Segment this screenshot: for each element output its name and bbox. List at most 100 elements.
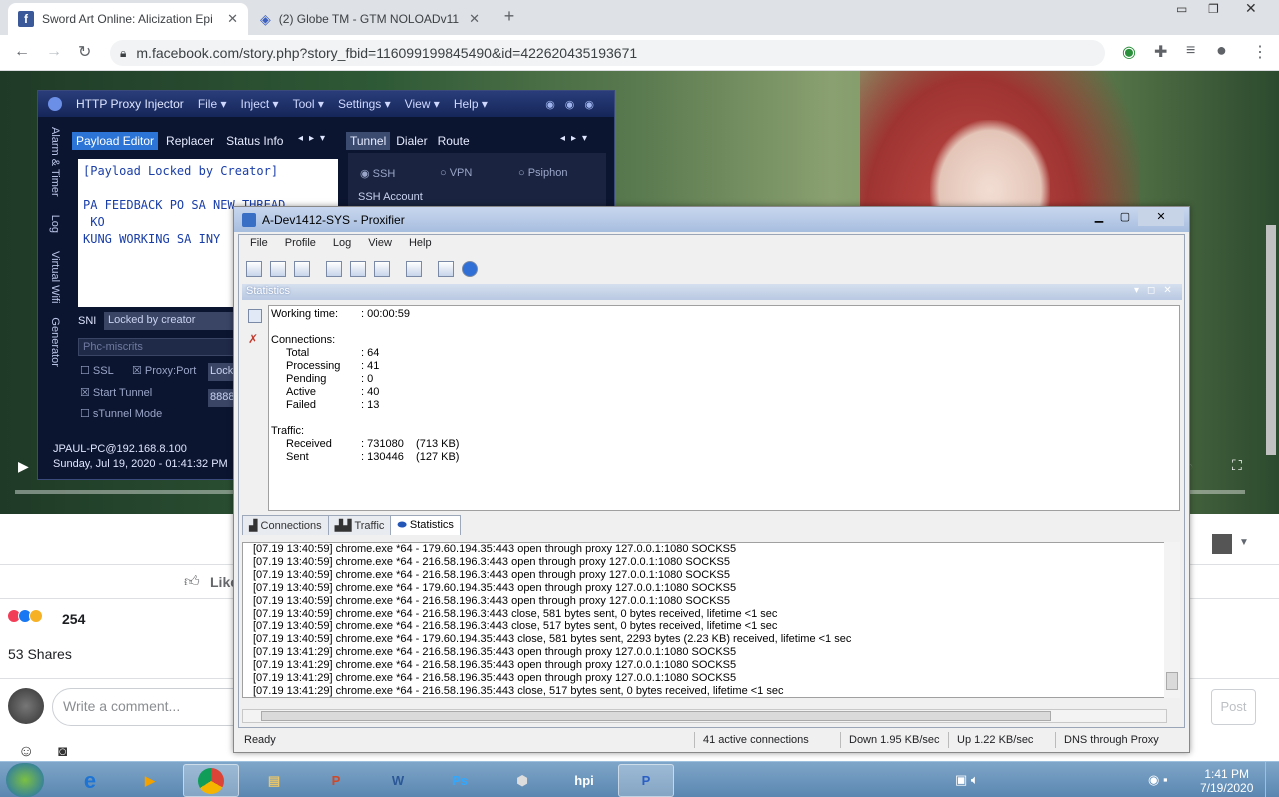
tab-payload-editor[interactable]: Payload Editor bbox=[72, 132, 159, 150]
open-profile-icon[interactable] bbox=[350, 261, 366, 277]
log-row[interactable]: [07.19 13:40:59] chrome.exe *64 - 216.58… bbox=[253, 608, 1179, 621]
radio-ssh[interactable]: ◉ SSH bbox=[360, 167, 395, 180]
help-icon[interactable] bbox=[462, 261, 478, 277]
log-row[interactable]: [07.19 13:40:59] chrome.exe *64 - 179.60… bbox=[253, 582, 1179, 595]
rules-icon[interactable] bbox=[270, 261, 286, 277]
sni-input[interactable]: Locked by creator bbox=[104, 312, 236, 330]
tab-status-info[interactable]: Status Info bbox=[222, 132, 287, 150]
tab-statistics[interactable]: ⬬ Statistics bbox=[390, 515, 461, 535]
back-icon[interactable]: ← bbox=[14, 43, 30, 61]
hpi-side-tabs[interactable]: Alarm & Timer Log Virtual Wifi Generator bbox=[48, 127, 62, 427]
post-button[interactable]: Post bbox=[1211, 689, 1256, 725]
log-panel[interactable]: [07.19 13:40:59] chrome.exe *64 - 179.60… bbox=[242, 542, 1180, 698]
menu-view[interactable]: View bbox=[368, 237, 392, 255]
taskbar-chrome[interactable] bbox=[183, 764, 239, 797]
profile-icon[interactable]: ● bbox=[1216, 40, 1227, 61]
log-row[interactable]: [07.19 13:40:59] chrome.exe *64 - 179.60… bbox=[253, 633, 1179, 646]
proxifier-window[interactable]: A-Dev1412-SYS - Proxifier ▁ ▢ ✕ File Pro… bbox=[233, 206, 1190, 753]
log-row[interactable]: [07.19 13:41:29] chrome.exe *64 - 216.58… bbox=[253, 646, 1179, 659]
hpi-menu-view[interactable]: View ▾ bbox=[405, 97, 440, 111]
log-options-icon[interactable] bbox=[406, 261, 422, 277]
taskbar-hpi[interactable]: hpi bbox=[556, 764, 612, 797]
taskbar-photoshop[interactable]: Ps bbox=[432, 764, 488, 797]
tab-sword-art[interactable]: f Sword Art Online: Alicization Epi ✕ bbox=[8, 3, 248, 35]
show-desktop-button[interactable] bbox=[1265, 762, 1279, 797]
radio-psiphon[interactable]: ○ Psiphon bbox=[518, 167, 567, 179]
tab-replacer[interactable]: Replacer bbox=[162, 132, 218, 150]
save-profile-icon[interactable] bbox=[374, 261, 390, 277]
minimize-icon[interactable]: ▁ bbox=[1086, 209, 1112, 226]
like-icon[interactable]: 👍︎ bbox=[184, 573, 200, 591]
hpi-menu-tool[interactable]: Tool ▾ bbox=[293, 97, 324, 111]
pane-buttons[interactable]: ▾◻✕ bbox=[1134, 285, 1180, 296]
tab-dialer[interactable]: Dialer bbox=[392, 132, 431, 150]
stats-reset-icon[interactable]: ✗ bbox=[248, 332, 258, 346]
hpi-menu-inject[interactable]: Inject ▾ bbox=[241, 97, 279, 111]
tab-globe[interactable]: ◈ (2) Globe TM - GTM NOLOADv11 ✕ bbox=[250, 3, 490, 35]
new-profile-icon[interactable] bbox=[326, 261, 342, 277]
ssl-checkbox[interactable]: ☐ SSL bbox=[80, 364, 114, 377]
start-tunnel-checkbox[interactable]: ☒ Start Tunnel bbox=[80, 386, 152, 399]
media-queue-icon[interactable]: ≡ bbox=[1186, 42, 1195, 60]
extensions-puzzle-icon[interactable]: ✚ bbox=[1154, 42, 1167, 62]
menu-log[interactable]: Log bbox=[333, 237, 351, 255]
log-row[interactable]: [07.19 13:41:29] chrome.exe *64 - 216.58… bbox=[253, 659, 1179, 672]
side-tab-generator[interactable]: Generator bbox=[49, 317, 61, 367]
tab-scroll-arrows[interactable]: ◂▸▾ bbox=[298, 133, 331, 144]
tab-route[interactable]: Route bbox=[434, 132, 474, 150]
close-icon[interactable]: ✕ bbox=[469, 11, 480, 27]
sni-dropdown[interactable]: Phc-miscrits bbox=[78, 338, 236, 356]
taskbar-word[interactable]: W bbox=[370, 764, 426, 797]
stats-copy-icon[interactable] bbox=[248, 309, 262, 323]
tray-icons[interactable]: ▣ 🔈︎ bbox=[955, 772, 979, 788]
chevron-down-icon[interactable]: ▼ bbox=[1239, 537, 1249, 548]
maximize-icon[interactable]: ▢ bbox=[1112, 209, 1138, 226]
taskbar-powerpoint[interactable]: P bbox=[308, 764, 364, 797]
taskbar-proxifier[interactable]: P bbox=[618, 764, 674, 797]
extension-icon[interactable]: ◉ bbox=[1122, 42, 1136, 62]
tab-connections[interactable]: ▟ Connections bbox=[242, 515, 329, 535]
log-row[interactable]: [07.19 13:41:29] chrome.exe *64 - 216.58… bbox=[253, 685, 1179, 697]
proxy-servers-icon[interactable] bbox=[246, 261, 262, 277]
log-row[interactable]: [07.19 13:40:59] chrome.exe *64 - 179.60… bbox=[253, 543, 1179, 556]
close-icon[interactable]: ✕ bbox=[1138, 209, 1184, 226]
hpi-menu-settings[interactable]: Settings ▾ bbox=[338, 97, 391, 111]
fullscreen-icon[interactable]: ⛶ bbox=[1232, 457, 1242, 474]
forward-icon[interactable]: → bbox=[46, 43, 62, 61]
taskbar-ie[interactable]: e bbox=[62, 764, 118, 797]
log-row[interactable]: [07.19 13:40:59] chrome.exe *64 - 216.58… bbox=[253, 620, 1179, 633]
tab-traffic[interactable]: ▟▟ Traffic bbox=[327, 515, 392, 535]
emoji-icon[interactable]: ☺ bbox=[18, 743, 34, 761]
taskbar-nox[interactable]: ⬢ bbox=[494, 764, 550, 797]
side-tab-wifi[interactable]: Virtual Wifi bbox=[49, 251, 61, 303]
side-tab-log[interactable]: Log bbox=[49, 215, 61, 233]
hpi-menu-file[interactable]: File ▾ bbox=[198, 97, 227, 111]
log-row[interactable]: [07.19 13:40:59] chrome.exe *64 - 216.58… bbox=[253, 569, 1179, 582]
scroll-thumb[interactable] bbox=[261, 711, 1051, 721]
page-avatar[interactable] bbox=[1212, 534, 1232, 554]
shares-count[interactable]: 53 Shares bbox=[8, 646, 72, 662]
log-row[interactable]: [07.19 13:40:59] chrome.exe *64 - 216.58… bbox=[253, 595, 1179, 608]
hpi-window-buttons[interactable]: ◉◉◉ bbox=[545, 98, 604, 111]
radio-vpn[interactable]: ○ VPN bbox=[440, 167, 472, 179]
log-horizontal-scrollbar[interactable] bbox=[242, 709, 1167, 723]
tray-hpi-icon[interactable]: ◉ ▪ bbox=[1148, 772, 1168, 788]
minimize-icon[interactable]: ▭ bbox=[1176, 2, 1187, 16]
menu-help[interactable]: Help bbox=[409, 237, 432, 255]
new-tab-button[interactable]: + bbox=[498, 6, 520, 28]
proxy-port-checkbox[interactable]: ☒ Proxy:Port bbox=[132, 364, 196, 377]
play-icon[interactable]: ▶ bbox=[18, 458, 29, 475]
close-icon[interactable]: ✕ bbox=[227, 11, 238, 27]
port-input[interactable]: 8888 bbox=[208, 389, 236, 407]
stunnel-checkbox[interactable]: ☐ sTunnel Mode bbox=[80, 407, 162, 420]
menu-dots-icon[interactable]: ⋮ bbox=[1252, 42, 1268, 62]
log-vertical-scrollbar[interactable] bbox=[1164, 542, 1180, 698]
reactions-count[interactable]: 254 bbox=[62, 611, 85, 627]
side-tab-alarm[interactable]: Alarm & Timer bbox=[49, 127, 61, 197]
tab-scroll-arrows[interactable]: ◂▸▾ bbox=[560, 133, 593, 144]
log-row[interactable]: [07.19 13:41:29] chrome.exe *64 - 216.58… bbox=[253, 672, 1179, 685]
menu-profile[interactable]: Profile bbox=[285, 237, 316, 255]
log-row[interactable]: [07.19 13:40:59] chrome.exe *64 - 216.58… bbox=[253, 556, 1179, 569]
avatar[interactable] bbox=[8, 688, 44, 724]
reactions-icons[interactable] bbox=[7, 609, 43, 623]
